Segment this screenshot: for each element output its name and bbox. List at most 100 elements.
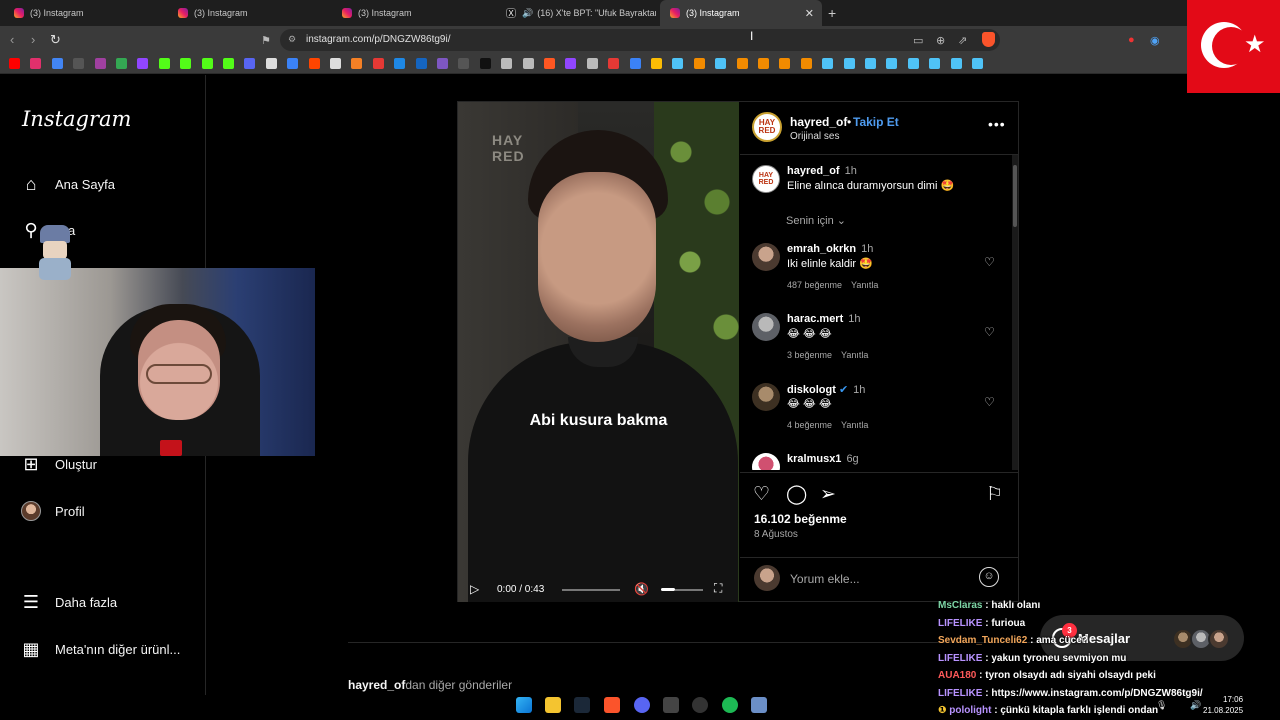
bookmark-favicon[interactable] [244,58,256,69]
bookmark-favicon[interactable] [330,58,341,69]
bookmark-favicon[interactable] [865,58,876,69]
bookmark-favicon[interactable] [158,58,170,69]
avatar[interactable]: HAY RED [752,165,780,193]
steam-icon[interactable] [574,697,590,713]
forward-icon[interactable]: › [31,32,35,47]
comments-scrollbar[interactable] [1012,155,1018,470]
windows-start-icon[interactable] [516,697,532,713]
spotify-icon[interactable] [722,697,738,713]
for-you-dropdown[interactable]: Senin için ⌄ [786,214,846,227]
close-tab-icon[interactable]: ✕ [805,7,814,20]
bookmark-favicon[interactable] [30,58,42,69]
bookmark-favicon[interactable] [137,58,149,69]
bookmark-favicon[interactable] [372,58,384,69]
bookmark-favicon[interactable] [972,58,983,69]
system-clock[interactable]: 17:06 21.08.2025 [1203,694,1243,716]
bookmark-favicon[interactable] [116,58,127,69]
site-info-icon[interactable]: ⚙ [288,34,296,45]
bookmark-favicon[interactable] [394,58,406,69]
obs-icon[interactable] [692,697,708,713]
save-icon[interactable]: ⚐ [986,483,1003,506]
video-progress-bar[interactable] [562,589,620,591]
author-username[interactable]: hayred_of [790,115,847,129]
new-tab-button[interactable]: + [828,5,836,21]
share-icon[interactable]: ⇗ [958,34,967,47]
nav-home[interactable]: ⌂ Ana Sayfa [20,173,115,195]
nav-more[interactable]: ☰ Daha fazla [20,591,117,613]
volume-icon[interactable]: 🔊 [1190,700,1201,711]
bookmark-favicon[interactable] [201,58,213,69]
reload-icon[interactable]: ↻ [50,32,61,48]
tab-instagram-active[interactable]: (3) Instagram ✕ [660,0,822,26]
bookmark-favicon[interactable] [308,58,320,69]
bookmark-favicon[interactable] [437,58,448,69]
nav-profile[interactable]: Profil [20,500,85,522]
avatar[interactable] [752,383,780,411]
nav-meta-products[interactable]: ▦ Meta'nın diğer ürünl... [20,638,180,660]
bookmark-favicon[interactable] [565,58,577,69]
follow-button[interactable]: Takip Et [853,115,899,129]
bookmark-favicon[interactable] [51,58,63,69]
bookmark-favicon[interactable] [779,58,791,69]
app-icon[interactable] [663,697,679,713]
like-comment-icon[interactable]: ♡ [984,395,995,409]
play-icon[interactable]: ▷ [470,582,479,596]
bookmark-icon[interactable]: ⚑ [261,34,271,47]
bookmark-favicon[interactable] [693,58,705,69]
bookmark-favicon[interactable] [9,58,20,69]
bookmark-favicon[interactable] [907,58,919,69]
tab-x[interactable]: X🔊(16) X'te BPT: "Ufuk Bayraktar'ın : [496,0,656,26]
bookmark-favicon[interactable] [843,58,855,69]
bookmark-favicon[interactable] [736,58,748,69]
bookmark-favicon[interactable] [822,58,834,69]
like-icon[interactable]: ♡ [753,483,770,506]
more-options-icon[interactable]: ••• [988,116,1006,132]
url-field[interactable]: ⚙ instagram.com/p/DNGZW86tg9i/ [280,29,1000,51]
brave-shield-icon[interactable] [982,32,995,47]
bookmark-favicon[interactable] [608,58,620,69]
bookmark-favicon[interactable] [950,58,962,69]
tab-instagram-2[interactable]: (3) Instagram [168,0,328,26]
bookmark-favicon[interactable] [94,58,106,69]
fullscreen-icon[interactable]: ⛶ [714,581,722,596]
mic-icon[interactable]: 🎙 [1156,700,1167,711]
bookmark-favicon[interactable] [522,58,534,69]
avatar[interactable] [752,243,780,271]
avatar[interactable] [752,313,780,341]
volume-slider[interactable] [661,588,675,591]
extension-icon[interactable]: ● [1128,34,1135,46]
likes-count[interactable]: 16.102 beğenme [754,512,847,526]
author-avatar[interactable]: HAY RED [752,112,782,142]
bookmark-favicon[interactable] [629,58,641,69]
bookmark-favicon[interactable] [223,58,234,69]
zoom-icon[interactable]: ⊕ [936,34,945,47]
audio-extension-icon[interactable]: ◉ [1150,34,1160,47]
back-icon[interactable]: ‹ [10,32,14,47]
bookmark-favicon[interactable] [415,58,427,69]
bookmark-favicon[interactable] [929,58,941,69]
app-icon[interactable] [751,697,767,713]
comment-icon[interactable]: ◯ [786,483,807,506]
cast-icon[interactable]: ▭ [913,34,923,47]
bookmark-favicon[interactable] [758,58,769,69]
share-icon[interactable]: ➢ [820,483,836,506]
bookmark-favicon[interactable] [287,58,299,69]
instagram-logo[interactable]: Instagram [22,107,131,131]
bookmark-favicon[interactable] [458,58,470,69]
bookmark-favicon[interactable] [886,58,898,69]
bookmark-favicon[interactable] [479,58,491,69]
like-comment-icon[interactable]: ♡ [984,325,995,339]
bookmark-favicon[interactable] [715,58,727,69]
bookmark-favicon[interactable] [672,58,684,69]
reel-video[interactable]: HAY RED Abi kusura bakma ▷ 0:00 / 0:43 🔇 … [458,102,739,602]
bookmark-favicon[interactable] [265,58,277,69]
mute-icon[interactable]: 🔇 [634,582,649,596]
bookmark-favicon[interactable] [73,58,85,69]
file-explorer-icon[interactable] [545,697,561,713]
tab-instagram-3[interactable]: (3) Instagram [332,0,492,26]
audio-label[interactable]: Orijinal ses [790,131,839,142]
bookmark-favicon[interactable] [586,58,598,69]
brave-icon[interactable] [604,697,620,713]
avatar[interactable] [752,453,780,470]
like-comment-icon[interactable]: ♡ [984,255,995,269]
